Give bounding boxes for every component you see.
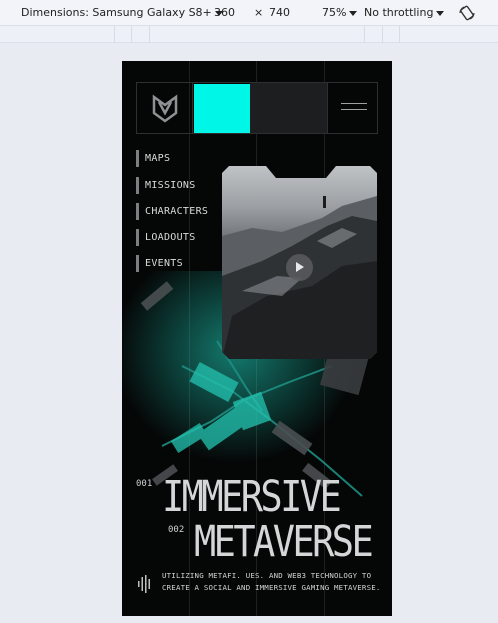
device-viewport: MAPS MISSIONS CHARACTERS LOADOUTS EVENTS — [122, 61, 392, 616]
nav-item-missions[interactable]: MISSIONS — [136, 177, 231, 194]
media-query-divider — [382, 26, 383, 43]
nav-item-label: MISSIONS — [145, 180, 196, 191]
media-query-divider — [131, 26, 132, 43]
media-query-divider — [399, 26, 400, 43]
nav-item-label: CHARACTERS — [145, 206, 209, 217]
shield-logo-icon — [152, 94, 178, 123]
media-query-divider — [149, 26, 150, 43]
accent-block — [194, 84, 250, 133]
chevron-down-icon — [436, 10, 445, 16]
nav-item-label: MAPS — [145, 153, 171, 164]
video-thumbnail[interactable] — [222, 166, 377, 359]
nav-marker — [136, 150, 139, 167]
nav-marker — [136, 177, 139, 194]
play-button[interactable] — [286, 254, 313, 281]
devtools-device-toolbar: Dimensions: Samsung Galaxy S8+ 360 × 740… — [0, 0, 498, 26]
zoom-select[interactable]: 75% — [322, 6, 358, 19]
nav-item-label: EVENTS — [145, 258, 183, 269]
nav-item-characters[interactable]: CHARACTERS — [136, 203, 231, 220]
nav-item-events[interactable]: EVENTS — [136, 255, 231, 272]
nav-item-maps[interactable]: MAPS — [136, 150, 231, 167]
hero-title-line-1: IMMERSIVE — [162, 472, 342, 522]
width-input[interactable]: 360 — [214, 6, 235, 19]
site-header — [136, 82, 378, 134]
media-query-divider — [114, 26, 115, 43]
nav-marker — [136, 255, 139, 272]
home-logo-link[interactable] — [137, 83, 193, 133]
header-panel — [250, 83, 328, 133]
rotate-icon[interactable] — [458, 4, 476, 22]
hamburger-menu-icon — [341, 103, 367, 104]
hero-title-line-2: METAVERSE — [194, 517, 374, 567]
nav-item-label: LOADOUTS — [145, 232, 196, 243]
media-query-divider — [364, 26, 365, 43]
throttling-select[interactable]: No throttling — [364, 6, 445, 19]
nav-marker — [136, 203, 139, 220]
hero-description: UTILIZING METAFI. UES. AND WEB3 TECHNOLO… — [162, 571, 381, 592]
hero-number-1: 001 — [136, 479, 153, 489]
nav-item-loadouts[interactable]: LOADOUTS — [136, 229, 231, 246]
chevron-down-icon — [349, 10, 358, 16]
throttling-label: No throttling — [364, 6, 434, 19]
menu-button[interactable] — [329, 83, 378, 133]
hero-number-2: 002 — [168, 525, 185, 535]
device-select-label: Dimensions: Samsung Galaxy S8+ — [21, 6, 212, 19]
sound-wave-icon[interactable] — [137, 574, 153, 594]
hamburger-menu-icon — [341, 109, 367, 110]
device-select[interactable]: Dimensions: Samsung Galaxy S8+ — [21, 6, 223, 19]
play-icon — [296, 262, 304, 272]
devtools-media-query-bar — [0, 26, 498, 43]
zoom-label: 75% — [322, 6, 347, 19]
dimension-separator: × — [254, 6, 264, 19]
nav-marker — [136, 229, 139, 246]
height-input[interactable]: 740 — [269, 6, 290, 19]
